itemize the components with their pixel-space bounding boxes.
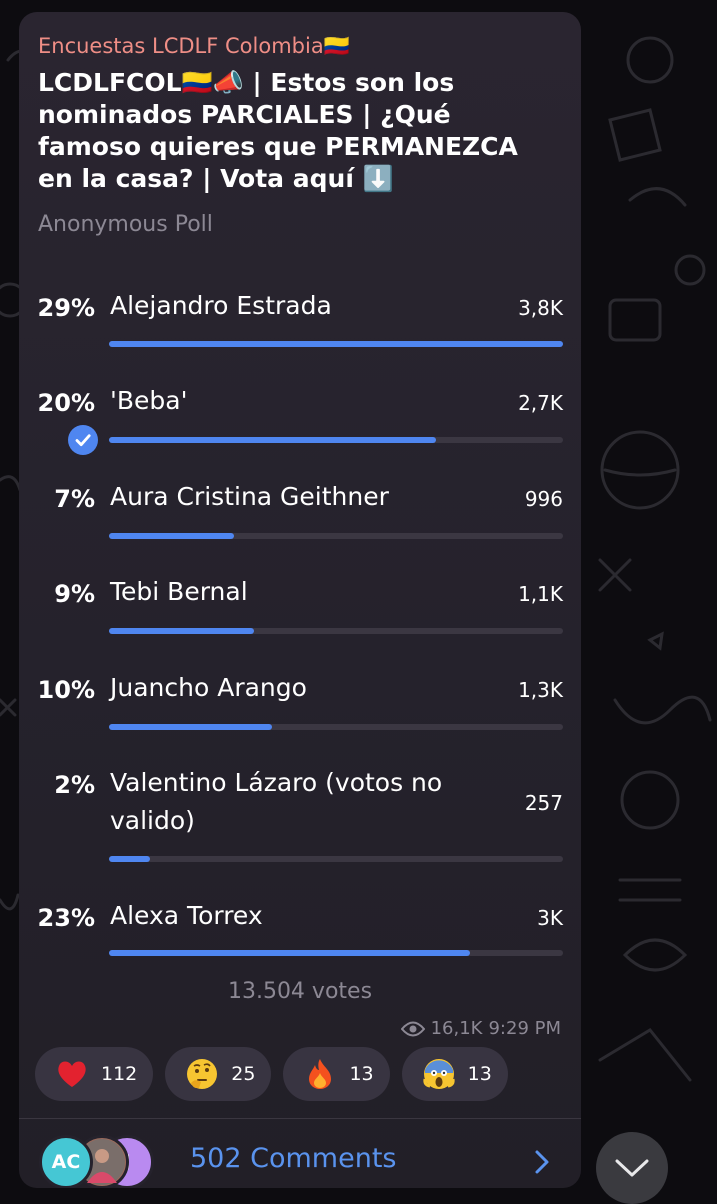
reaction-count: 13 xyxy=(349,1063,374,1085)
option-vote-count: 3,8K xyxy=(518,296,563,320)
reaction-heart[interactable]: 112 xyxy=(35,1047,154,1101)
option-name: Alexa Torrex xyxy=(110,901,263,930)
poll-option[interactable]: 9% Tebi Bernal 1,1K xyxy=(19,568,581,648)
reaction-count: 13 xyxy=(467,1063,492,1085)
screaming-face-icon xyxy=(423,1059,455,1089)
chevron-right-icon xyxy=(535,1150,549,1174)
option-percent: 29% xyxy=(37,294,95,322)
chevron-down-icon xyxy=(615,1159,649,1177)
option-vote-count: 996 xyxy=(524,487,563,511)
option-percent: 7% xyxy=(54,485,95,513)
option-vote-count: 3K xyxy=(537,906,563,930)
poll-option[interactable]: 7% Aura Cristina Geithner 996 xyxy=(19,473,581,553)
option-percent: 2% xyxy=(54,771,95,799)
option-vote-count: 1,3K xyxy=(518,678,563,702)
option-percent: 10% xyxy=(37,676,95,704)
option-progress-bar xyxy=(109,628,563,634)
option-name: Juancho Arango xyxy=(110,673,307,702)
option-progress-fill xyxy=(109,341,563,347)
poll-message-bubble: Encuestas LCDLF Colombia🇨🇴 LCDLFCOL🇨🇴📣 |… xyxy=(19,12,581,1188)
option-name: 'Beba' xyxy=(110,386,188,415)
option-vote-count: 2,7K xyxy=(518,391,563,415)
option-progress-fill xyxy=(109,856,150,862)
scroll-down-button[interactable] xyxy=(596,1132,668,1204)
eye-icon xyxy=(400,1021,425,1036)
option-name: Tebi Bernal xyxy=(110,577,248,606)
option-vote-count: 257 xyxy=(524,791,563,815)
channel-name[interactable]: Encuestas LCDLF Colombia🇨🇴 xyxy=(38,34,350,59)
view-count: 16,1K xyxy=(430,1018,483,1039)
option-progress-fill xyxy=(109,724,273,730)
thinking-face-icon xyxy=(187,1059,218,1089)
poll-type-label: Anonymous Poll xyxy=(38,212,213,237)
option-progress-fill xyxy=(109,533,234,539)
option-progress-fill xyxy=(109,950,470,956)
reaction-fire[interactable]: 13 xyxy=(283,1047,390,1101)
option-vote-count: 1,1K xyxy=(518,582,563,606)
option-percent: 20% xyxy=(37,389,95,417)
option-progress-fill xyxy=(109,628,255,634)
option-name: Alejandro Estrada xyxy=(110,291,332,320)
message-meta: 16,1K 9:29 PM xyxy=(400,1018,561,1039)
poll-option[interactable]: 10% Juancho Arango 1,3K xyxy=(19,664,581,744)
poll-question: LCDLFCOL🇨🇴📣 | Estos son los nominados PA… xyxy=(38,68,518,193)
option-percent: 9% xyxy=(54,580,95,608)
option-progress-bar xyxy=(109,724,563,730)
option-name: Aura Cristina Geithner xyxy=(110,482,389,511)
heart-icon xyxy=(58,1061,86,1087)
option-name: Valentino Lázaro (votos no valido) xyxy=(110,768,443,835)
option-progress-bar xyxy=(109,533,563,539)
fire-icon xyxy=(309,1059,332,1089)
option-percent: 23% xyxy=(37,904,95,932)
avatar: AC xyxy=(39,1135,93,1188)
poll-option[interactable]: 23% Alexa Torrex 3K xyxy=(19,892,581,972)
option-progress-bar xyxy=(109,437,563,443)
reaction-thinking[interactable]: 25 xyxy=(165,1047,272,1101)
reaction-screaming[interactable]: 13 xyxy=(401,1047,508,1101)
message-time: 9:29 PM xyxy=(488,1018,561,1039)
reaction-count: 25 xyxy=(231,1063,256,1085)
poll-option[interactable]: 20% 'Beba' 2,7K xyxy=(19,377,581,462)
option-progress-fill xyxy=(109,437,436,443)
selected-checkmark-icon xyxy=(68,425,98,455)
total-votes: 13.504 votes xyxy=(227,979,373,1004)
reactions-bar: 112 25 13 13 xyxy=(35,1047,508,1101)
reaction-count: 112 xyxy=(101,1063,138,1085)
option-progress-bar xyxy=(109,341,563,347)
comments-link[interactable]: 502 Comments xyxy=(190,1143,396,1174)
poll-option[interactable]: 29% Alejandro Estrada 3,8K xyxy=(19,282,581,362)
option-progress-bar xyxy=(109,950,563,956)
option-progress-bar xyxy=(109,856,563,862)
comments-row[interactable]: J AC 502 Comments xyxy=(19,1119,581,1188)
poll-option[interactable]: 2% Valentino Lázaro (votos no valido) 25… xyxy=(19,759,581,869)
